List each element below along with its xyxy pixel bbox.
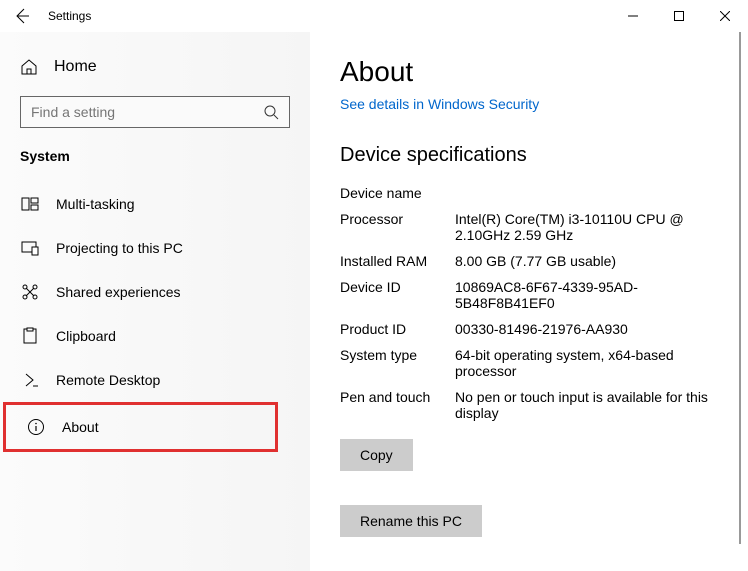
titlebar: Settings (0, 0, 748, 32)
sidebar-item-label: Remote Desktop (56, 372, 160, 388)
remote-icon (20, 370, 40, 390)
sidebar-item-label: Clipboard (56, 328, 116, 344)
rename-button[interactable]: Rename this PC (340, 505, 482, 537)
sidebar-item-clipboard[interactable]: Clipboard (0, 314, 310, 358)
spec-system-type: System type 64-bit operating system, x64… (340, 347, 738, 379)
sidebar-item-label: Multi-tasking (56, 196, 135, 212)
sidebar-item-projecting[interactable]: Projecting to this PC (0, 226, 310, 270)
sidebar-item-label: Projecting to this PC (56, 240, 183, 256)
sidebar: Home System Multi-tasking Projecting to … (0, 32, 310, 571)
sidebar-item-multitasking[interactable]: Multi-tasking (0, 182, 310, 226)
info-icon (26, 417, 46, 437)
spec-label: Installed RAM (340, 253, 455, 269)
specs-heading: Device specifications (340, 144, 738, 167)
multitasking-icon (20, 194, 40, 214)
search-icon (263, 104, 279, 120)
spec-processor: Processor Intel(R) Core(TM) i3-10110U CP… (340, 211, 738, 243)
search-field[interactable] (31, 104, 263, 120)
window-title: Settings (48, 9, 91, 23)
spec-label: System type (340, 347, 455, 379)
search-input[interactable] (20, 96, 290, 128)
spec-device-id: Device ID 10869AC8-6F67-4339-95AD-5B48F8… (340, 279, 738, 311)
minimize-button[interactable] (610, 0, 656, 32)
spec-value: Intel(R) Core(TM) i3-10110U CPU @ 2.10GH… (455, 211, 738, 243)
shared-icon (20, 282, 40, 302)
spec-value: 64-bit operating system, x64-based proce… (455, 347, 738, 379)
spec-device-name: Device name (340, 185, 738, 201)
home-icon (20, 58, 38, 76)
sidebar-item-label: Shared experiences (56, 284, 181, 300)
main-panel: About See details in Windows Security De… (310, 32, 748, 571)
copy-button[interactable]: Copy (340, 439, 413, 471)
scrollbar[interactable] (739, 32, 741, 544)
sidebar-item-label: About (62, 419, 99, 435)
clipboard-icon (20, 326, 40, 346)
spec-label: Pen and touch (340, 389, 455, 421)
spec-value: 10869AC8-6F67-4339-95AD-5B48F8B41EF0 (455, 279, 738, 311)
close-button[interactable] (702, 0, 748, 32)
sidebar-home-label: Home (54, 58, 97, 76)
page-title: About (340, 56, 738, 88)
spec-value (455, 185, 738, 201)
spec-ram: Installed RAM 8.00 GB (7.77 GB usable) (340, 253, 738, 269)
spec-label: Product ID (340, 321, 455, 337)
spec-value: 8.00 GB (7.77 GB usable) (455, 253, 738, 269)
spec-value: 00330-81496-21976-AA930 (455, 321, 738, 337)
sidebar-item-remote[interactable]: Remote Desktop (0, 358, 310, 402)
spec-value: No pen or touch input is available for t… (455, 389, 738, 421)
sidebar-home[interactable]: Home (0, 50, 310, 84)
maximize-button[interactable] (656, 0, 702, 32)
sidebar-section-heading: System (0, 148, 310, 164)
back-icon[interactable] (14, 8, 30, 24)
sidebar-item-about[interactable]: About (3, 402, 278, 452)
projecting-icon (20, 238, 40, 258)
security-link[interactable]: See details in Windows Security (340, 96, 738, 112)
spec-label: Processor (340, 211, 455, 243)
spec-label: Device name (340, 185, 455, 201)
spec-product-id: Product ID 00330-81496-21976-AA930 (340, 321, 738, 337)
spec-pen-touch: Pen and touch No pen or touch input is a… (340, 389, 738, 421)
spec-label: Device ID (340, 279, 455, 311)
sidebar-item-shared[interactable]: Shared experiences (0, 270, 310, 314)
